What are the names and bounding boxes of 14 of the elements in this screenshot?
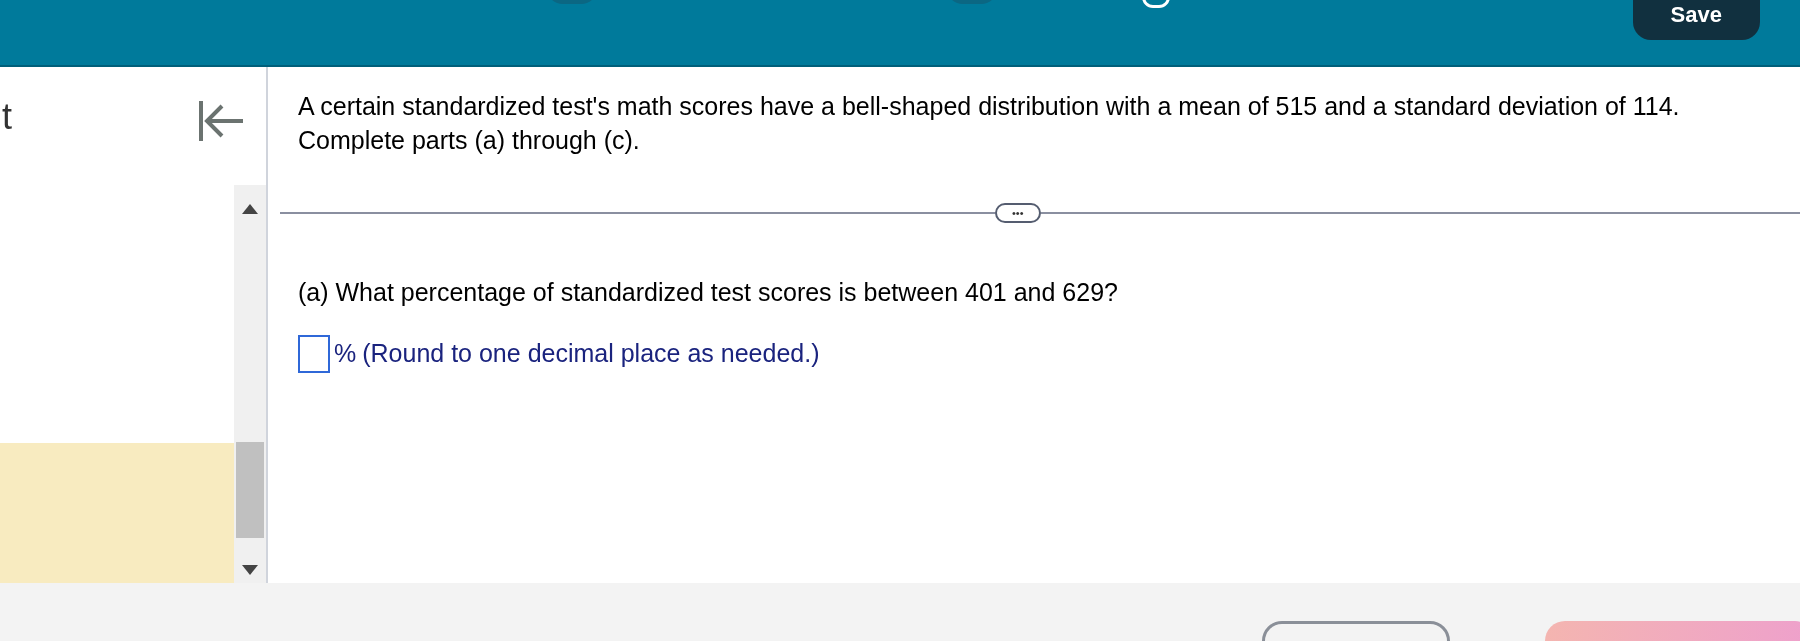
scroll-up-icon[interactable] (242, 204, 258, 214)
expand-button[interactable]: ••• (995, 203, 1041, 223)
question-prompt: (a) What percentage of standardized test scores is between 401 and 629? (298, 277, 1119, 308)
scroll-down-icon[interactable] (242, 565, 258, 575)
percent-sign: % (334, 338, 357, 370)
rounding-hint: (Round to one decimal place as needed.) (362, 338, 820, 370)
collapse-panel-icon[interactable] (198, 100, 244, 142)
panel-title: t (1, 97, 12, 137)
scroll-thumb[interactable] (236, 441, 264, 539)
scrollbar[interactable] (234, 185, 266, 583)
save-button[interactable]: Save (1632, 0, 1760, 40)
answer-field[interactable] (298, 335, 330, 373)
question-text: A certain standardized test's math scores have a bell-shaped distribution with a mean of 515 and a standard deviation of 114. (298, 91, 1681, 122)
instruction-text: Complete parts (a) through (c). (298, 125, 641, 156)
